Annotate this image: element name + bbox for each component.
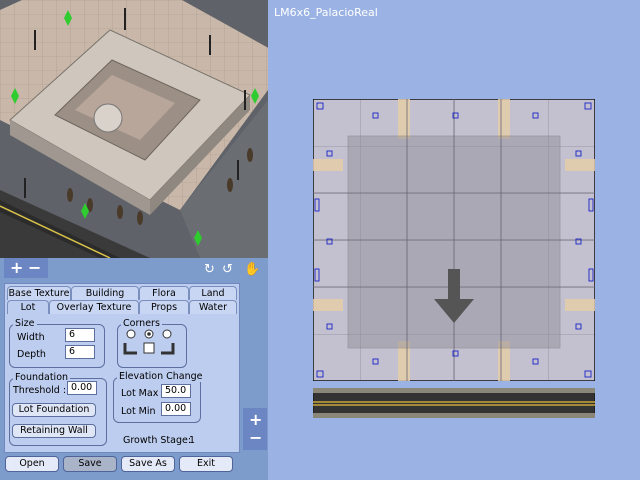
- foundation-label: Foundation: [13, 372, 71, 383]
- lot-max-field[interactable]: 50.0: [161, 384, 191, 398]
- rotate-left-icon[interactable]: ↻: [204, 262, 215, 277]
- exit-button[interactable]: Exit: [179, 456, 233, 472]
- corners-selector-icon[interactable]: [123, 329, 179, 361]
- depth-label: Depth: [17, 349, 46, 360]
- tab-lot[interactable]: Lot: [7, 300, 49, 314]
- tab-water[interactable]: Water: [189, 300, 237, 314]
- threshold-label: Threshold :: [13, 385, 67, 396]
- lot-min-label: Lot Min: [121, 406, 156, 417]
- width-field[interactable]: 6: [65, 328, 95, 342]
- tab-base-texture[interactable]: Base Texture: [7, 286, 71, 300]
- side-zoom-in-button[interactable]: +: [249, 412, 262, 428]
- width-label: Width: [17, 332, 45, 343]
- lot-max-label: Lot Max: [121, 388, 159, 399]
- zoom-out-button[interactable]: −: [28, 260, 41, 276]
- growth-stage-value: 1: [189, 435, 196, 446]
- tab-flora[interactable]: Flora: [139, 286, 189, 300]
- zoom-controls: + −: [4, 258, 48, 278]
- tab-overlay-texture[interactable]: Overlay Texture: [49, 300, 139, 314]
- palace-preview-image: [0, 0, 268, 258]
- road-strip: [313, 388, 595, 418]
- rotate-right-icon[interactable]: ↺: [222, 262, 233, 277]
- growth-stage-label: Growth Stage:: [123, 435, 192, 446]
- open-button[interactable]: Open: [5, 456, 59, 472]
- save-button[interactable]: Save: [63, 456, 117, 472]
- depth-field[interactable]: 6: [65, 345, 95, 359]
- lot-editor-panel: Base Texture Building Flora Land Lot Ove…: [4, 283, 240, 453]
- building-preview[interactable]: [0, 0, 268, 258]
- elevation-label: Elevation Change: [117, 371, 205, 382]
- lot-name-title: LM6x6_PalacioReal: [274, 6, 378, 19]
- tab-land[interactable]: Land: [189, 286, 237, 300]
- save-as-button[interactable]: Save As: [121, 456, 175, 472]
- corners-label: Corners: [121, 318, 162, 329]
- zoom-in-button[interactable]: +: [10, 260, 23, 276]
- lot-min-field[interactable]: 0.00: [161, 402, 191, 416]
- retaining-wall-button[interactable]: Retaining Wall: [12, 424, 96, 438]
- threshold-field[interactable]: 0.00: [67, 381, 97, 395]
- side-zoom-out-button[interactable]: −: [249, 430, 262, 446]
- size-label: Size: [13, 318, 37, 329]
- lot-view-panel: LM6x6_PalacioReal: [268, 0, 640, 480]
- tab-building[interactable]: Building: [71, 286, 139, 300]
- left-panel: + − ↻ ↺ ✋ Base Texture Building Flora La…: [0, 0, 268, 480]
- lot-grid-map[interactable]: [313, 99, 595, 381]
- lot-foundation-button[interactable]: Lot Foundation: [12, 403, 96, 417]
- tab-props[interactable]: Props: [139, 300, 189, 314]
- side-zoom-controls: + −: [243, 408, 267, 450]
- hand-icon[interactable]: ✋: [244, 262, 260, 277]
